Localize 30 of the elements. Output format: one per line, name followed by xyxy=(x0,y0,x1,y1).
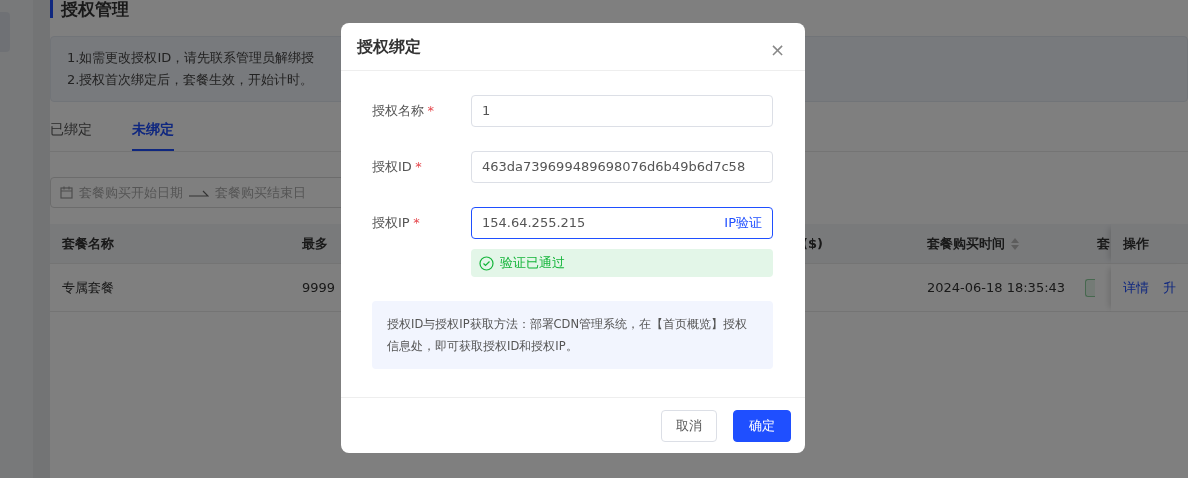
required-mark: * xyxy=(415,159,422,174)
action-link[interactable]: 升 xyxy=(1163,277,1176,298)
column-header: 套 xyxy=(1085,224,1111,264)
table-cell: 专属套餐 xyxy=(50,264,290,312)
tab[interactable]: 未绑定 xyxy=(132,116,174,151)
check-circle-icon xyxy=(479,255,494,271)
field-label: 授权名称 xyxy=(372,103,424,118)
column-label: 套餐购买时间 xyxy=(927,234,1005,253)
required-mark: * xyxy=(427,103,434,118)
tab[interactable]: 已绑定 xyxy=(50,116,92,151)
action-link[interactable]: 详情 xyxy=(1123,277,1149,298)
confirm-button[interactable]: 确定 xyxy=(733,409,791,442)
table-cell: 2024-06-18 18:35:43 xyxy=(915,264,1085,312)
input-field[interactable]: 463da739699489698076d6b49b6d7c58 xyxy=(471,151,773,183)
close-button[interactable]: × xyxy=(765,40,789,59)
input-field[interactable]: 1 xyxy=(471,95,773,127)
page-title: 授权管理 xyxy=(50,0,129,18)
dialog-title: 授权绑定 xyxy=(357,35,421,58)
sort-icon[interactable] xyxy=(1011,237,1019,250)
calendar-icon xyxy=(60,186,73,199)
field-label: 授权ID xyxy=(372,159,412,174)
column-header: 套餐名称 xyxy=(50,224,290,264)
help-note: 授权ID与授权IP获取方法：部署CDN管理系统，在【首页概览】授权信息处，即可获取授权ID和授权IP。 xyxy=(372,301,773,369)
success-message: 验证已通过 xyxy=(471,249,773,277)
input-field[interactable]: 154.64.255.215 IP验证 xyxy=(471,207,773,239)
notice-text: 2.授权首次绑定后，套餐生效，开始计时。 xyxy=(67,71,314,89)
cancel-button[interactable]: 取消 xyxy=(661,409,717,442)
column-header: 操作 xyxy=(1111,224,1188,264)
notice-text: 1.如需更改授权ID，请先联系管理员解绑授 xyxy=(67,49,315,67)
status-tag xyxy=(1085,278,1095,297)
